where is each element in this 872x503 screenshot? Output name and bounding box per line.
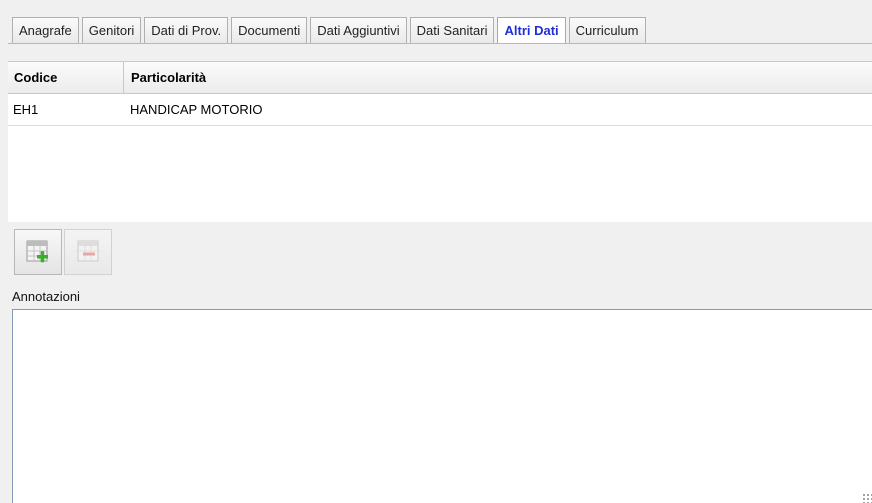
column-header-particolarita[interactable]: Particolarità (125, 62, 872, 93)
row-toolbar (14, 229, 112, 275)
tab-curriculum[interactable]: Curriculum (568, 17, 646, 44)
remove-row-icon (77, 240, 99, 262)
altri-dati-panel: Codice Particolarità EH1 HANDICAP MOTORI… (8, 44, 872, 503)
tab-dati-aggiuntivi[interactable]: Dati Aggiuntivi (310, 17, 407, 44)
resize-grip-icon[interactable] (862, 493, 872, 503)
tab-dati-sanitari[interactable]: Dati Sanitari (409, 17, 495, 44)
tab-dati-di-prov[interactable]: Dati di Prov. (144, 17, 229, 44)
cell-particolarita: HANDICAP MOTORIO (130, 102, 263, 117)
particolarita-table: Codice Particolarità EH1 HANDICAP MOTORI… (8, 61, 872, 222)
add-row-icon (26, 240, 48, 263)
tab-bar: Anagrafe Genitori Dati di Prov. Document… (0, 0, 872, 45)
table-header: Codice Particolarità (8, 61, 872, 94)
column-header-codice[interactable]: Codice (8, 62, 124, 93)
tab-documenti[interactable]: Documenti (231, 17, 308, 44)
add-row-button[interactable] (14, 229, 62, 275)
remove-row-button[interactable] (64, 229, 112, 275)
tab-list: Anagrafe Genitori Dati di Prov. Document… (12, 17, 646, 45)
annotazioni-label: Annotazioni (12, 289, 80, 304)
tab-altri-dati[interactable]: Altri Dati (497, 17, 566, 45)
annotazioni-textarea[interactable] (12, 309, 872, 503)
tab-anagrafe[interactable]: Anagrafe (12, 17, 79, 44)
table-row[interactable]: EH1 HANDICAP MOTORIO (8, 94, 872, 126)
tab-genitori[interactable]: Genitori (81, 17, 142, 44)
cell-codice: EH1 (13, 102, 39, 117)
